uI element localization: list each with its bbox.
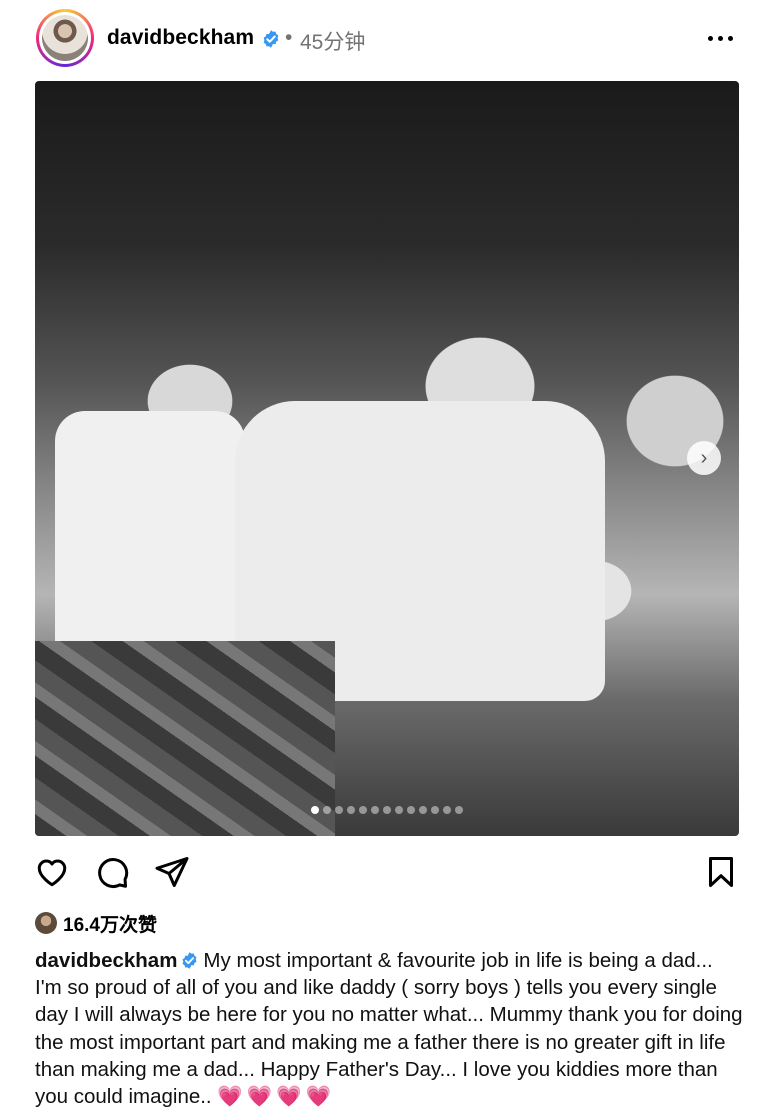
caption-username[interactable]: davidbeckham	[35, 949, 177, 972]
avatar[interactable]	[42, 15, 88, 61]
heart-outline-icon[interactable]	[34, 854, 70, 890]
verified-badge-icon	[263, 30, 279, 48]
caption-emoji: 💗💗💗💗	[217, 1085, 336, 1109]
post-photo[interactable]: ›	[35, 81, 739, 836]
carousel-dot	[407, 806, 415, 814]
post-caption: davidbeckham My most important & favouri…	[35, 947, 745, 1110]
story-ring[interactable]	[36, 9, 94, 67]
carousel-dot	[395, 806, 403, 814]
likes-row[interactable]: 16.4万次赞	[35, 910, 157, 936]
paper-plane-icon[interactable]	[154, 854, 190, 890]
post-header: davidbeckham • 45分钟	[0, 0, 779, 78]
separator-dot: •	[285, 26, 293, 49]
bookmark-icon[interactable]	[703, 854, 739, 890]
carousel-dot	[431, 806, 439, 814]
caption-text: My most important & favourite job in lif…	[35, 949, 743, 1109]
carousel-dot	[383, 806, 391, 814]
carousel-dot	[359, 806, 367, 814]
carousel-dot	[443, 806, 451, 814]
verified-badge-icon	[182, 952, 197, 969]
post-username[interactable]: davidbeckham	[107, 26, 254, 50]
carousel-dot	[347, 806, 355, 814]
liker-avatar	[35, 912, 57, 934]
carousel-dot	[335, 806, 343, 814]
action-bar	[0, 850, 779, 896]
more-horizontal-icon[interactable]	[706, 26, 736, 50]
carousel-dot	[455, 806, 463, 814]
carousel-dot	[323, 806, 331, 814]
carousel-dot	[371, 806, 379, 814]
carousel-dot	[311, 806, 319, 814]
chevron-right-icon[interactable]: ›	[687, 441, 721, 475]
likes-count[interactable]: 16.4万次赞	[63, 910, 157, 937]
comment-bubble-icon[interactable]	[94, 854, 130, 890]
photo-region-tank	[55, 411, 245, 671]
post-time[interactable]: 45分钟	[300, 26, 365, 56]
carousel-dot	[419, 806, 427, 814]
carousel-indicator	[35, 806, 739, 814]
